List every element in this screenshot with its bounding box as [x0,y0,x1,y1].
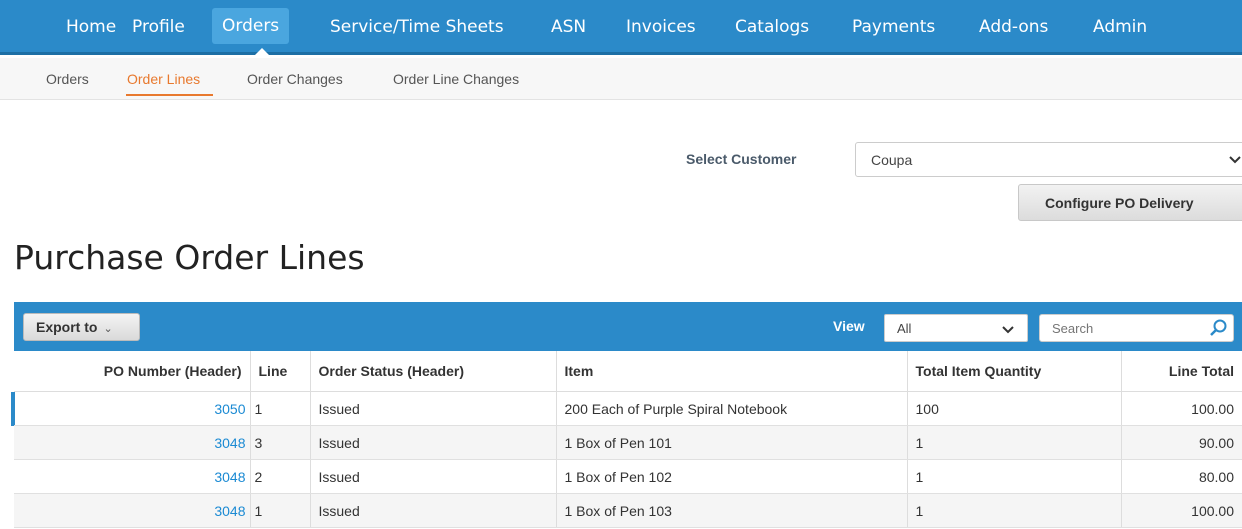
quantity-cell: 1 [907,493,1122,528]
nav-admin[interactable]: Admin [1083,0,1157,52]
active-tab-caret [255,48,269,55]
table-row: 3048 1 Issued 1 Box of Pen 103 1 100.00 [14,493,1242,528]
order-status-cell: Issued [310,425,557,460]
subtab-order-lines[interactable]: Order Lines [127,58,200,98]
po-number-cell: 3048 [14,425,251,460]
nav-asn[interactable]: ASN [541,0,596,52]
column-header-po-number[interactable]: PO Number (Header) [14,351,251,392]
item-cell: 1 Box of Pen 103 [556,493,908,528]
nav-catalogs[interactable]: Catalogs [725,0,819,52]
export-to-button[interactable]: Export to ⌄ [23,313,140,341]
line-cell: 1 [250,493,311,528]
column-header-line[interactable]: Line [250,351,311,392]
order-status-cell: Issued [310,493,557,528]
item-cell: 1 Box of Pen 102 [556,459,908,494]
po-number-cell: 3048 [14,493,251,528]
line-total-cell: 100.00 [1121,391,1242,426]
table-row: 3050 1 Issued 200 Each of Purple Spiral … [14,391,1242,426]
table-row: 3048 2 Issued 1 Box of Pen 102 1 80.00 [14,459,1242,494]
chevron-down-icon [1001,319,1015,342]
line-cell: 2 [250,459,311,494]
search-icon[interactable] [1208,318,1228,338]
column-header-item[interactable]: Item [556,351,908,392]
po-number-link[interactable]: 3048 [214,503,245,519]
column-header-line-total[interactable]: Line Total [1121,351,1242,392]
subtab-orders[interactable]: Orders [46,58,89,98]
table-row: 3048 3 Issued 1 Box of Pen 101 1 90.00 [14,425,1242,460]
quantity-cell: 100 [907,391,1122,426]
item-cell: 1 Box of Pen 101 [556,425,908,460]
chevron-down-icon: ⌄ [103,323,113,335]
select-customer-label: Select Customer [686,151,797,167]
view-select-value: All [897,321,912,336]
order-status-cell: Issued [310,459,557,494]
subtab-order-line-changes[interactable]: Order Line Changes [393,58,519,98]
line-total-cell: 90.00 [1121,425,1242,460]
customer-select[interactable]: Coupa [855,142,1242,177]
po-number-cell: 3048 [14,459,251,494]
table-header-row: PO Number (Header) Line Order Status (He… [14,351,1242,392]
view-select[interactable]: All [884,314,1028,342]
nav-invoices[interactable]: Invoices [616,0,706,52]
top-navigation: Home Profile Orders Service/Time Sheets … [0,0,1242,55]
sub-navigation: Orders Order Lines Order Changes Order L… [0,58,1242,100]
po-number-link[interactable]: 3048 [214,469,245,485]
table-toolbar: Export to ⌄ View All [14,302,1242,351]
nav-orders[interactable]: Orders [212,8,290,44]
item-cell: 200 Each of Purple Spiral Notebook [556,391,908,426]
quantity-cell: 1 [907,459,1122,494]
order-status-cell: Issued [310,391,557,426]
chevron-down-icon [1228,149,1242,172]
customer-select-value: Coupa [871,152,913,168]
line-cell: 1 [250,391,311,426]
subtab-order-changes[interactable]: Order Changes [247,58,343,98]
page-title: Purchase Order Lines [14,238,365,277]
nav-add-ons[interactable]: Add-ons [969,0,1058,52]
column-header-total-item-quantity[interactable]: Total Item Quantity [907,351,1122,392]
configure-po-delivery-button[interactable]: Configure PO Delivery [1018,184,1242,221]
view-label: View [833,318,865,334]
quantity-cell: 1 [907,425,1122,460]
po-number-cell: 3050 [14,391,251,426]
nav-home[interactable]: Home [56,0,126,52]
line-total-cell: 100.00 [1121,493,1242,528]
search-input[interactable] [1039,314,1234,342]
po-number-link[interactable]: 3048 [214,435,245,451]
export-to-label: Export to [36,319,98,335]
active-subtab-underline [126,94,213,96]
nav-payments[interactable]: Payments [842,0,945,52]
line-cell: 3 [250,425,311,460]
column-header-order-status[interactable]: Order Status (Header) [310,351,557,392]
nav-service-time-sheets[interactable]: Service/Time Sheets [320,0,514,52]
order-lines-table: PO Number (Header) Line Order Status (He… [14,351,1242,528]
po-number-link[interactable]: 3050 [214,401,245,417]
line-total-cell: 80.00 [1121,459,1242,494]
nav-profile[interactable]: Profile [122,0,195,52]
